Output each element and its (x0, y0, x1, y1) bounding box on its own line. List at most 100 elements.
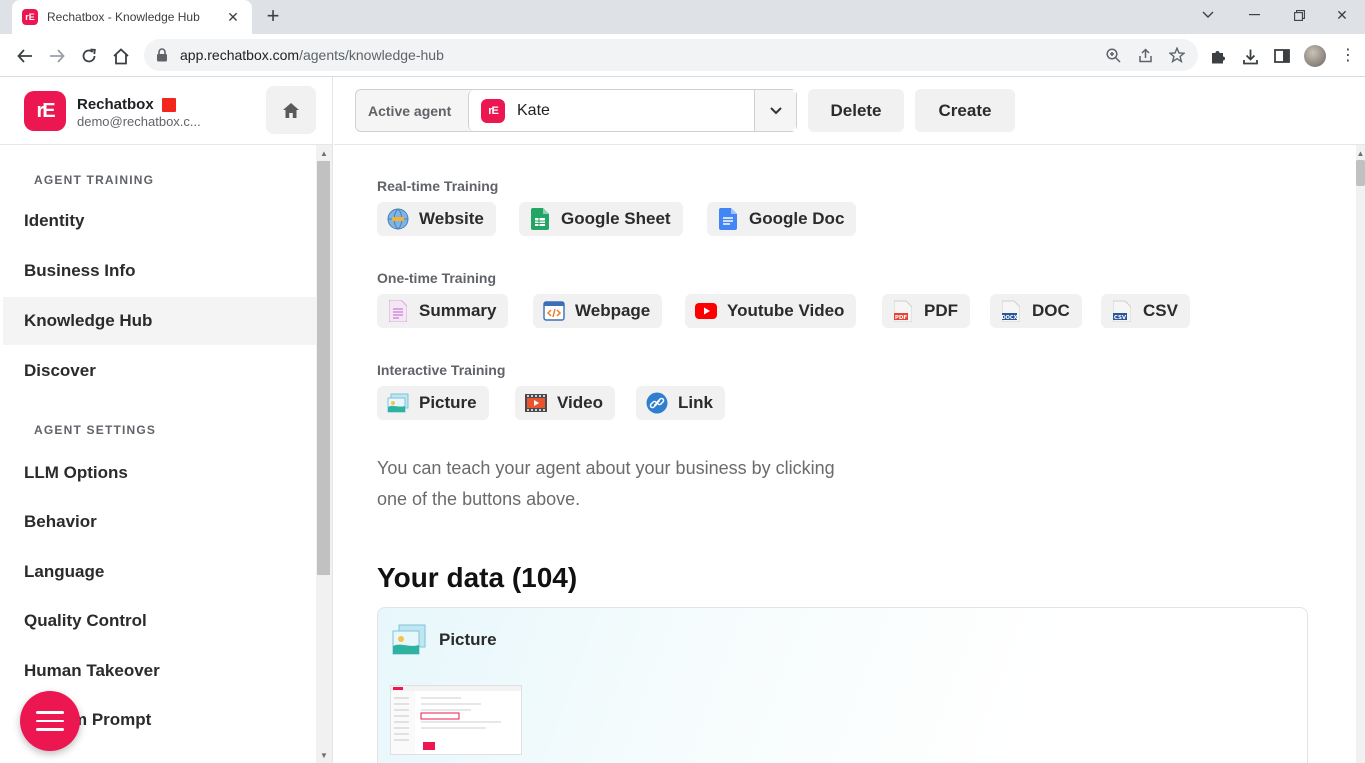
scroll-up-arrow-icon[interactable]: ▲ (316, 147, 332, 161)
active-agent-select[interactable]: Active agent rE Kate (355, 89, 797, 132)
sidebar-item-language[interactable]: Language (3, 548, 316, 596)
chevron-down-icon[interactable] (754, 90, 796, 131)
chip-label: CSV (1143, 301, 1178, 320)
svg-text:PDF: PDF (895, 315, 908, 321)
close-window-icon[interactable]: ✕ (1319, 0, 1365, 30)
chip-label: Google Doc (749, 209, 845, 228)
sidebar: rE Rechatbox demo@rechatbox.c... AGENT T… (0, 77, 333, 763)
rechatbox-logo-icon: rE (24, 91, 66, 131)
account-email: demo@rechatbox.c... (77, 114, 201, 129)
restore-icon[interactable] (1276, 0, 1322, 30)
train-youtube-video-button[interactable]: Youtube Video (685, 294, 857, 328)
app: rE Rechatbox demo@rechatbox.c... AGENT T… (0, 77, 1365, 763)
tab-title: Rechatbox - Knowledge Hub (47, 10, 200, 24)
lock-icon (157, 48, 167, 62)
sidebar-item-llm-options[interactable]: LLM Options (3, 449, 316, 497)
picture-icon (392, 624, 426, 656)
chip-label: Webpage (575, 301, 651, 320)
doc-icon: DOCX (1000, 300, 1022, 322)
chip-label: Summary (419, 301, 497, 320)
browser-tab-bar: rE Rechatbox - Knowledge Hub ✕ + ✕ (0, 0, 1365, 34)
zoom-icon[interactable] (1104, 46, 1122, 64)
train-webpage-button[interactable]: Webpage (533, 294, 663, 328)
train-video-button[interactable]: Video (515, 386, 615, 420)
chip-label: Youtube Video (727, 301, 845, 320)
main-scrollbar[interactable] (1356, 145, 1365, 763)
data-item-card[interactable]: Picture (377, 607, 1308, 763)
chip-label: Video (557, 393, 603, 412)
sidebar-item-behavior[interactable]: Behavior (3, 498, 316, 546)
train-csv-button[interactable]: CSV CSV (1101, 294, 1190, 328)
video-icon (525, 392, 547, 414)
tab-search-icon[interactable] (1185, 0, 1231, 30)
onetime-training-label: One-time Training (377, 270, 497, 286)
svg-text:CSV: CSV (1114, 315, 1127, 321)
csv-icon: CSV (1111, 300, 1133, 322)
pdf-icon: PDF (892, 300, 914, 322)
share-icon[interactable] (1136, 46, 1154, 64)
bookmark-star-icon[interactable] (1168, 46, 1186, 64)
sidebar-scrollbar-thumb[interactable] (317, 161, 330, 575)
extensions-puzzle-icon[interactable] (1208, 46, 1228, 66)
url-path: /agents/knowledge-hub (299, 47, 444, 63)
train-pdf-button[interactable]: PDF PDF (882, 294, 970, 328)
your-data-title: Your data (104) (377, 562, 578, 593)
youtube-icon (695, 300, 717, 322)
picture-thumbnail[interactable] (390, 685, 522, 755)
flag-icon (161, 97, 176, 112)
browser-tab[interactable]: rE Rechatbox - Knowledge Hub ✕ (12, 0, 252, 34)
chip-label: Picture (419, 393, 477, 412)
hamburger-icon-line (36, 719, 64, 723)
agent-topbar: Active agent rE Kate Delete Create (334, 77, 1365, 145)
sidebar-item-quality-control[interactable]: Quality Control (3, 597, 316, 645)
sidebar-item-human-takeover[interactable]: Human Takeover (3, 647, 316, 695)
chip-label: DOC (1032, 301, 1070, 320)
delete-agent-button[interactable]: Delete (808, 89, 904, 132)
menu-fab-button[interactable] (20, 691, 80, 751)
picture-icon (387, 392, 409, 414)
home-icon (283, 102, 299, 118)
brand-name: Rechatbox (77, 96, 176, 113)
browser-menu-icon[interactable]: ⋮ (1338, 46, 1358, 66)
agent-avatar-icon: rE (481, 98, 505, 123)
sidebar-nav: AGENT TRAINING Identity Business Info Kn… (0, 145, 333, 763)
browser-toolbar: app.rechatbox.com/agents/knowledge-hub ⋮ (0, 34, 1365, 77)
train-picture-button[interactable]: Picture (377, 386, 489, 420)
sidebar-item-discover[interactable]: Discover (3, 347, 316, 395)
sidebar-item-business-info[interactable]: Business Info (3, 247, 316, 295)
train-link-button[interactable]: Link (636, 386, 725, 420)
sidebar-item-knowledge-hub[interactable]: Knowledge Hub (3, 297, 316, 345)
chip-label: Google Sheet (561, 209, 671, 228)
main-scrollbar-thumb[interactable] (1356, 160, 1365, 186)
brand-name-text: Rechatbox (77, 96, 154, 113)
chip-label: PDF (924, 301, 958, 320)
sidebar-item-identity[interactable]: Identity (3, 197, 316, 245)
home-browser-icon[interactable] (107, 42, 135, 70)
google-sheet-icon (529, 208, 551, 230)
close-tab-icon[interactable]: ✕ (224, 9, 242, 26)
agent-dropdown[interactable]: rE Kate (468, 90, 796, 131)
section-label-agent-training: AGENT TRAINING (34, 173, 155, 187)
scroll-down-arrow-icon[interactable]: ▼ (316, 749, 332, 763)
forward-arrow-icon[interactable] (43, 42, 71, 70)
profile-avatar[interactable] (1304, 45, 1326, 67)
interactive-training-label: Interactive Training (377, 362, 506, 378)
globe-icon (387, 208, 409, 230)
back-arrow-icon[interactable] (11, 42, 39, 70)
download-icon[interactable] (1240, 46, 1260, 66)
train-google-doc-button[interactable]: Google Doc (707, 202, 857, 236)
minimize-icon[interactable] (1231, 0, 1277, 30)
brand-header: rE Rechatbox demo@rechatbox.c... (0, 77, 333, 145)
new-tab-icon[interactable]: + (262, 5, 284, 28)
main-scroll-up-arrow-icon[interactable]: ▲ (1356, 147, 1365, 161)
train-doc-button[interactable]: DOCX DOC (990, 294, 1082, 328)
create-agent-button[interactable]: Create (915, 89, 1015, 132)
train-google-sheet-button[interactable]: Google Sheet (519, 202, 683, 236)
train-website-button[interactable]: Website (377, 202, 496, 236)
train-summary-button[interactable]: Summary (377, 294, 509, 328)
side-panel-icon[interactable] (1272, 46, 1292, 66)
home-button[interactable] (266, 86, 316, 134)
address-bar[interactable]: app.rechatbox.com/agents/knowledge-hub (144, 39, 1198, 71)
reload-icon[interactable] (75, 42, 103, 70)
hamburger-icon-line (36, 728, 64, 731)
